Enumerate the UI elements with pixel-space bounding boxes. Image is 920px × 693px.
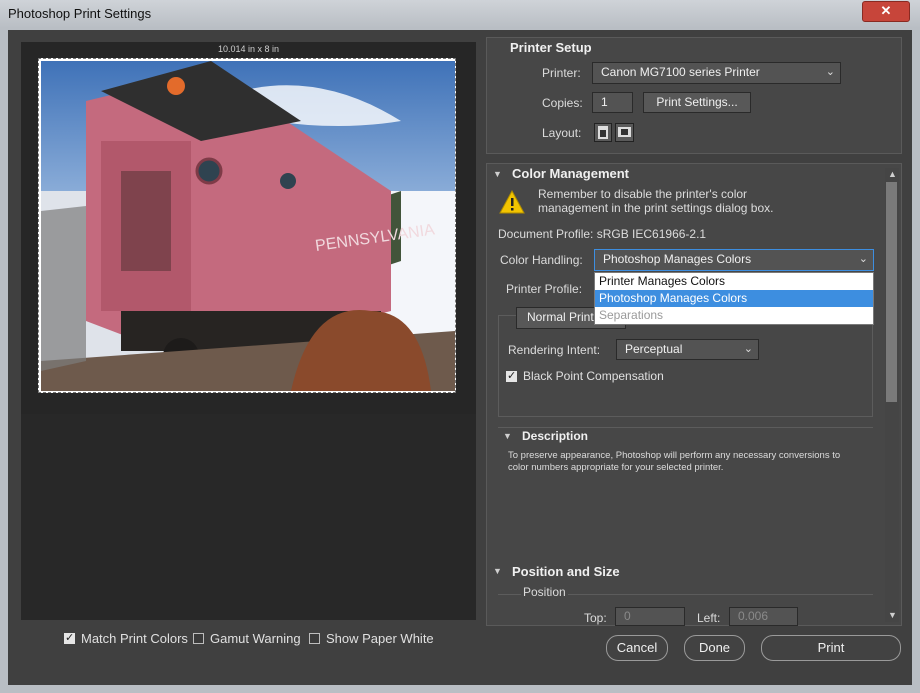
copies-label: Copies: [542,96,583,110]
window-title: Photoshop Print Settings [8,6,152,21]
color-handling-value: Photoshop Manages Colors [603,252,752,266]
match-print-colors-label: Match Print Colors [81,631,188,646]
divider [498,427,873,428]
collapse-color-management-icon[interactable]: ▼ [493,169,502,179]
cancel-button[interactable]: Cancel [606,635,668,661]
rendering-intent-select[interactable]: Perceptual ⌄ [616,339,759,360]
gamut-warning-label: Gamut Warning [210,631,301,646]
left-label: Left: [697,611,721,625]
printer-value: Canon MG7100 series Printer [601,65,760,79]
option-separations[interactable]: Separations [595,307,873,324]
close-button[interactable]: ✕ [862,1,910,22]
portrait-icon [598,126,608,139]
warning-text: Remember to disable the printer's color … [538,187,774,215]
printer-select[interactable]: Canon MG7100 series Printer ⌄ [592,62,841,84]
option-photoshop-manages-colors[interactable]: Photoshop Manages Colors [595,290,873,307]
rendering-intent-label: Rendering Intent: [508,343,601,357]
top-label: Top: [584,611,607,625]
position-label: Position [521,585,568,599]
printer-label: Printer: [542,66,581,80]
rendering-intent-value: Perceptual [625,342,683,356]
show-paper-white-option[interactable]: Show Paper White [309,631,434,646]
layout-label: Layout: [542,126,582,140]
gamut-warning-checkbox[interactable] [193,633,204,644]
color-handling-select[interactable]: Photoshop Manages Colors ⌄ [594,249,874,271]
rendering-group-box [498,315,873,417]
warning-icon [499,189,525,217]
print-settings-button[interactable]: Print Settings... [643,92,751,113]
landscape-layout-button[interactable] [615,123,634,142]
preview-image[interactable]: PENNSYLVANIA [41,61,455,391]
done-button[interactable]: Done [684,635,745,661]
black-point-option[interactable]: Black Point Compensation [506,369,664,383]
description-text: To preserve appearance, Photoshop will p… [508,450,841,473]
chevron-down-icon: ⌄ [743,343,753,355]
gamut-warning-option[interactable]: Gamut Warning [193,631,301,646]
chevron-down-icon: ⌄ [858,253,868,265]
scrollbar-thumb[interactable] [886,182,897,402]
scroll-up-icon[interactable]: ▲ [888,169,897,179]
portrait-layout-button[interactable] [594,123,612,142]
document-profile: Document Profile: sRGB IEC61966-2.1 [498,227,707,241]
print-size-label: 10.014 in x 8 in [217,44,280,54]
caboose-photo: PENNSYLVANIA [41,61,455,391]
top-input[interactable]: 0 [615,607,685,626]
show-paper-white-checkbox[interactable] [309,633,320,644]
landscape-icon [618,127,631,137]
position-size-header: Position and Size [512,564,620,579]
black-point-checkbox[interactable] [506,369,517,382]
color-handling-label: Color Handling: [500,253,583,267]
show-paper-white-label: Show Paper White [326,631,434,646]
chevron-down-icon: ⌄ [825,66,835,78]
left-input[interactable]: 0.006 [729,607,798,626]
printer-profile-label: Printer Profile: [506,282,583,296]
scroll-down-icon[interactable]: ▼ [888,610,897,620]
printer-setup-header: Printer Setup [510,40,592,55]
option-printer-manages-colors[interactable]: Printer Manages Colors [595,273,873,290]
copies-input[interactable]: 1 [592,92,633,113]
match-print-colors-option[interactable]: Match Print Colors [64,631,188,646]
color-handling-dropdown-list: Printer Manages Colors Photoshop Manages… [594,272,874,325]
collapse-description-icon[interactable]: ▼ [503,431,512,441]
color-management-header: Color Management [512,166,630,181]
description-header: Description [522,429,589,443]
collapse-position-size-icon[interactable]: ▼ [493,566,502,576]
black-point-label: Black Point Compensation [523,369,664,383]
match-print-colors-checkbox[interactable] [64,631,75,644]
print-button[interactable]: Print [761,635,901,661]
